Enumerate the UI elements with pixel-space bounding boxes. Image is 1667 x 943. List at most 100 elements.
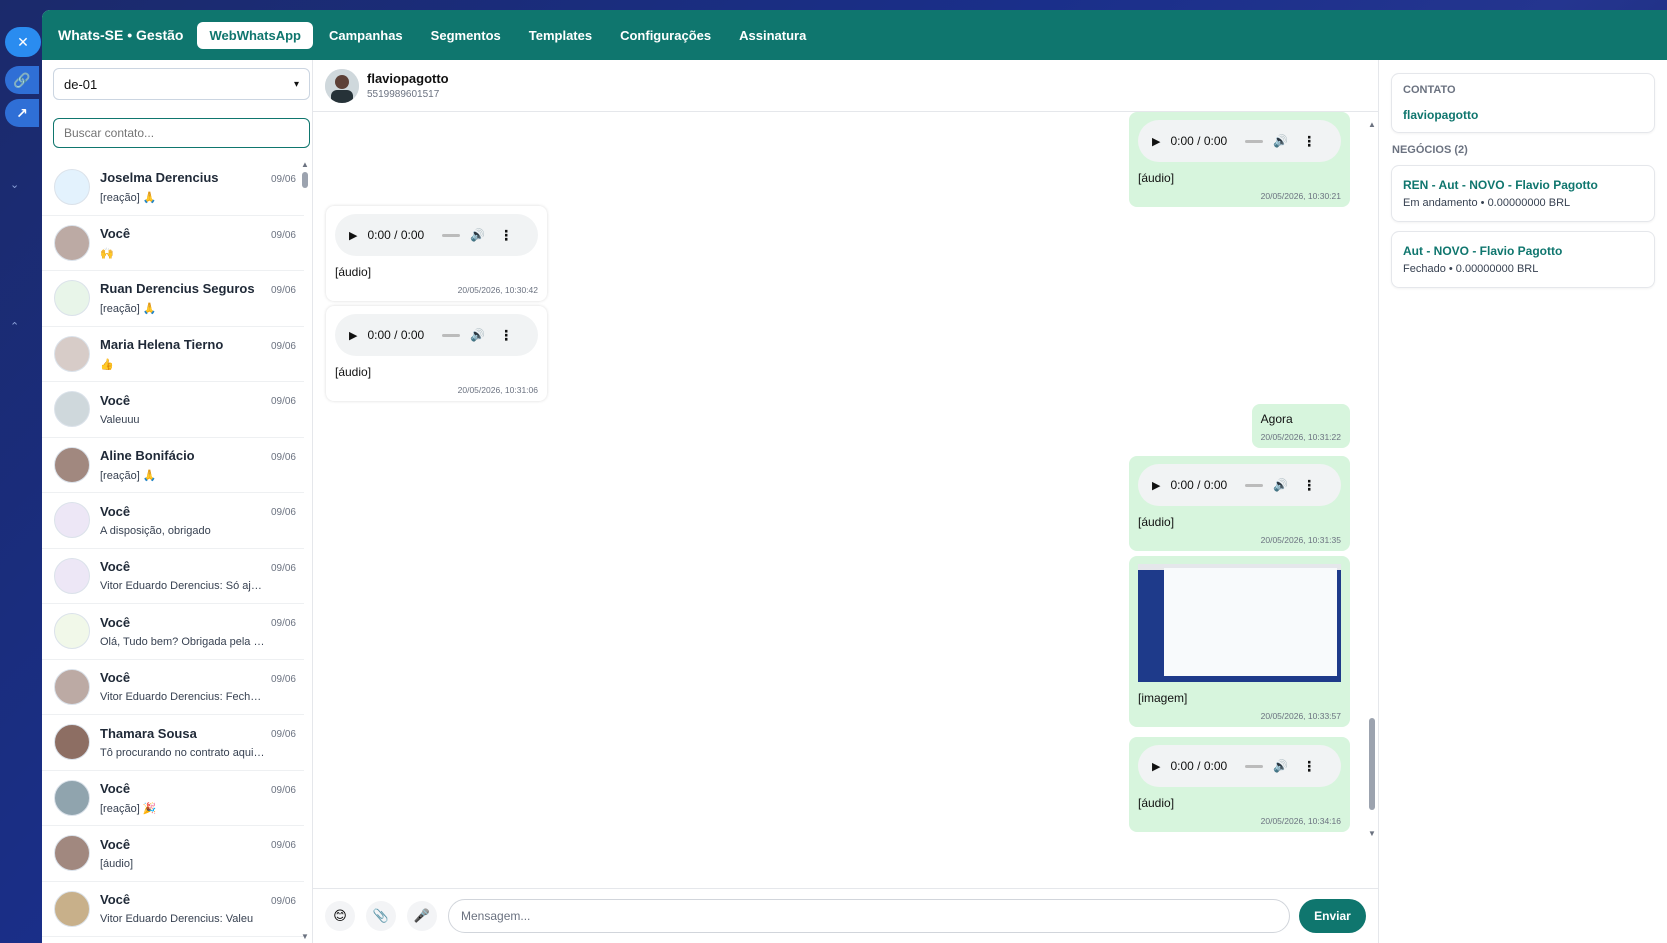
avatar [54,890,90,927]
contact-date: 09/06 [270,396,296,407]
message-bubble: ▶ 0:00 / 0:00 🔊 ⋮ [áudio] 20/05/2026, 10:30:2… [1129,112,1350,207]
scroll-down-arrow-icon[interactable]: ▼ [301,932,309,941]
instance-select-value: de-01 [64,76,98,92]
message-bubble: ▶ 0:00 / 0:00 🔊 ⋮ [áudio] 20/05/2026, 10:30:4… [326,206,547,301]
contact-preview: 👍 [100,358,114,371]
close-icon[interactable]: ✕ [5,27,41,57]
contact-card-title: CONTATO [1403,84,1456,96]
contact-name: Ruan Derencius Seguros [100,281,255,297]
more-options-icon[interactable]: ⋮ [499,327,513,344]
audio-progress[interactable] [442,333,461,337]
contact-list-item[interactable]: Você Vitor Eduardo Derencius: Só ajustar … [42,549,304,604]
contact-list-item[interactable]: Você A disposição, obrigado 09/06 [42,493,304,549]
extension-side-strip: ✕ 🔗 ↗ ⌄ ⌃ [0,0,42,943]
attach-icon[interactable]: 📎 [366,901,396,931]
avatar [54,280,90,317]
message-bubble: Agora 20/05/2026, 10:31:22 [1251,404,1350,448]
contacts-scrollbar[interactable]: ▲ ▼ [301,160,309,943]
audio-player[interactable]: ▶ 0:00 / 0:00 🔊 ⋮ [1138,745,1341,787]
contact-name: Você [100,670,131,686]
contact-date: 09/06 [270,673,296,685]
send-button[interactable]: Enviar [1299,899,1366,933]
deal-card[interactable]: REN - Aut - NOVO - Flavio Pagotto Em and… [1391,165,1655,222]
contact-list-item[interactable]: Você [reação] 🎉 09/06 [42,771,304,826]
audio-player[interactable]: ▶ 0:00 / 0:00 🔊 ⋮ [335,314,538,356]
contact-list-item[interactable]: Você Olá, Tudo bem? Obrigada pela sua me.… [42,604,304,660]
contact-date: 09/06 [270,507,296,518]
contact-list-item[interactable]: Ruan Derencius Seguros [reação] 🙏 09/06 [42,271,304,327]
contact-preview: Vitor Eduardo Derencius: Valeu [100,913,254,926]
avatar [54,502,90,539]
chevron-down-icon[interactable]: ⌄ [10,178,19,191]
play-icon[interactable]: ▶ [1152,760,1160,773]
nav-webwhatsapp[interactable]: WebWhatsApp [197,21,313,49]
nav-configuracoes[interactable]: Configurações [608,22,723,49]
volume-icon[interactable]: 🔊 [1273,134,1288,148]
volume-icon[interactable]: 🔊 [1273,759,1288,773]
contact-list-item[interactable]: Você Valeuuu 09/06 [42,382,304,438]
image-thumbnail[interactable] [1138,564,1341,682]
contact-list-item[interactable]: Thamara Sousa Tô procurando no contrato a… [42,715,304,771]
contact-name: Você [100,614,131,630]
play-icon[interactable]: ▶ [1152,479,1160,492]
emoji-icon[interactable]: 😊 [325,901,355,931]
contact-date: 09/06 [270,451,296,463]
audio-player[interactable]: ▶ 0:00 / 0:00 🔊 ⋮ [335,214,538,256]
audio-player[interactable]: ▶ 0:00 / 0:00 🔊 ⋮ [1138,120,1341,162]
play-icon[interactable]: ▶ [1152,135,1160,148]
more-options-icon[interactable]: ⋮ [1302,477,1316,494]
chat-scrollbar[interactable]: ▲ ▼ [1368,120,1376,838]
contact-card-name[interactable]: flaviopagotto [1403,108,1643,122]
contact-list-item[interactable]: Você Vitor Eduardo Derencius: Valeu 09/06 [42,882,304,937]
chevron-up-icon[interactable]: ⌃ [10,320,19,333]
message-timestamp: 20/05/2026, 10:30:21 [1260,191,1341,201]
nav-segmentos[interactable]: Segmentos [419,22,513,49]
contact-preview: Valeuuu [100,413,140,426]
audio-progress[interactable] [442,233,461,237]
contact-name: Joselma Derencius [100,170,219,186]
volume-icon[interactable]: 🔊 [470,328,485,342]
message-timestamp: 20/05/2026, 10:31:35 [1260,535,1341,545]
mic-icon[interactable]: 🎤 [407,901,437,931]
audio-progress[interactable] [1245,139,1264,143]
link-icon[interactable]: 🔗 [5,66,39,94]
contact-list-item[interactable]: Você [áudio] 09/06 [42,826,304,882]
contact-date: 09/06 [270,618,296,629]
message-bubble: ▶ 0:00 / 0:00 🔊 ⋮ [áudio] 20/05/2026, 10:31:0… [326,306,547,401]
contact-list-item[interactable]: Você 🙌 09/06 [42,216,304,271]
avatar [54,557,90,594]
contact-list-item[interactable]: Você Vitor Eduardo Derencius: Fechado, no… [42,660,304,715]
message-bubble: ▶ 0:00 / 0:00 🔊 ⋮ [áudio] 20/05/2026, 10:31:3… [1129,456,1350,551]
audio-progress[interactable] [1245,764,1264,768]
deal-card[interactable]: Aut - NOVO - Flavio Pagotto Fechado • 0.… [1391,231,1655,288]
nav-campanhas[interactable]: Campanhas [317,22,415,49]
scrollbar-thumb[interactable] [1369,718,1375,810]
play-icon[interactable]: ▶ [349,329,357,342]
external-link-icon[interactable]: ↗ [5,99,39,127]
contact-search-input[interactable] [53,118,310,148]
more-options-icon[interactable]: ⋮ [499,227,513,244]
scrollbar-thumb[interactable] [302,172,308,188]
audio-progress[interactable] [1245,483,1264,487]
scroll-down-arrow-icon[interactable]: ▼ [1368,829,1376,838]
more-options-icon[interactable]: ⋮ [1302,758,1316,775]
play-icon[interactable]: ▶ [349,229,357,242]
scroll-up-arrow-icon[interactable]: ▲ [301,160,309,169]
contact-name: Você [100,559,131,575]
more-options-icon[interactable]: ⋮ [1302,133,1316,150]
avatar [54,446,90,483]
contact-list-item[interactable]: Aline Bonifácio [reação] 🙏 09/06 [42,438,304,493]
message-input[interactable]: Mensagem... [448,899,1290,933]
instance-select[interactable]: de-01 ▾ [53,68,310,100]
contact-list-item[interactable]: Maria Helena Tierno 👍 09/06 [42,327,304,382]
volume-icon[interactable]: 🔊 [1273,478,1288,492]
contact-date: 09/06 [270,229,296,241]
message-bubble: [imagem] 20/05/2026, 10:33:57 [1129,556,1350,727]
volume-icon[interactable]: 🔊 [470,228,485,242]
nav-templates[interactable]: Templates [517,22,604,49]
contact-list-item[interactable]: Joselma Derencius [reação] 🙏 09/06 [42,160,304,216]
audio-player[interactable]: ▶ 0:00 / 0:00 🔊 ⋮ [1138,464,1341,506]
nav-assinatura[interactable]: Assinatura [727,22,818,49]
message-bubble: ▶ 0:00 / 0:00 🔊 ⋮ [áudio] 20/05/2026, 10:34:1… [1129,737,1350,832]
scroll-up-arrow-icon[interactable]: ▲ [1368,120,1376,129]
